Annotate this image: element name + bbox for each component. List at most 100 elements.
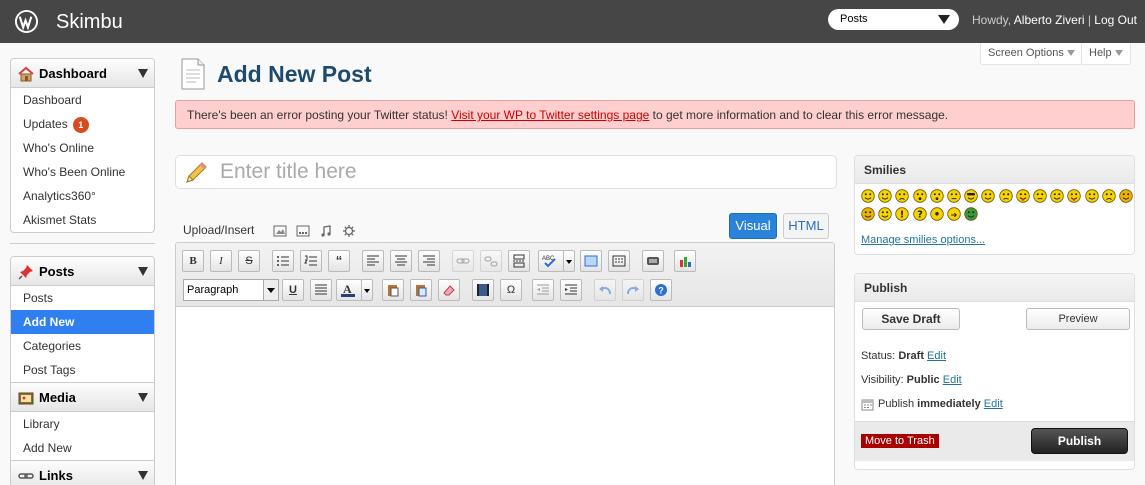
exclaim-smiley-icon[interactable]: ! [895,207,910,221]
toggle-arrow-icon[interactable] [138,267,148,276]
cool-smiley-icon[interactable] [964,189,978,203]
spellcheck-button[interactable]: ABC [538,250,564,272]
arrow-smiley-icon[interactable]: ➜ [947,207,961,221]
wordpress-logo-icon[interactable] [14,9,39,34]
align-left-button[interactable] [362,250,384,272]
sidebar-item-add-new-post[interactable]: Add New [11,310,154,334]
align-right-button[interactable] [418,250,440,272]
sad-smiley-icon[interactable] [895,189,910,203]
undo-button[interactable] [594,279,616,301]
italic-button[interactable]: I [210,250,232,272]
sidebar-item-updates[interactable]: Updates 1 [11,112,154,136]
preview-button[interactable]: Preview [1026,308,1130,330]
cry-smiley-icon[interactable] [1102,189,1116,203]
evil-smiley-icon[interactable] [1119,189,1133,203]
editor-content-area[interactable] [176,308,834,485]
surprised-smiley-icon[interactable] [912,189,927,203]
bold-button[interactable]: B [182,250,204,272]
edit-status-link[interactable]: Edit [927,350,946,362]
logout-link[interactable]: Log Out [1094,13,1137,27]
sidebar-item-posts[interactable]: Posts [11,286,154,310]
redo-button[interactable] [622,279,644,301]
edit-visibility-link[interactable]: Edit [943,374,962,386]
sidebar-item-post-tags[interactable]: Post Tags [11,358,154,382]
sidebar-item-add-new-media[interactable]: Add New [11,436,154,460]
add-media-icon[interactable] [342,224,356,238]
sidebar-head-media[interactable]: Media [11,383,154,412]
user-name-link[interactable]: Alberto Ziveri [1014,13,1085,27]
twisted-smiley-icon[interactable] [861,207,875,221]
grin-smiley-icon[interactable] [861,189,875,203]
add-image-icon[interactable] [273,224,287,238]
sidebar-item-whos-online[interactable]: Who's Online [11,136,154,160]
kitchen-sink-button[interactable] [608,250,630,272]
editor-help-button[interactable]: ? [650,279,672,301]
sidebar-item-categories[interactable]: Categories [11,334,154,358]
text-color-dropdown[interactable] [361,279,373,301]
move-to-trash-link[interactable]: Move to Trash [861,434,939,448]
smile-smiley-icon[interactable] [878,189,892,203]
spellcheck-dropdown[interactable] [563,250,575,272]
insert-media-button[interactable] [472,279,494,301]
post-title-input[interactable] [220,157,820,187]
question-smiley-icon[interactable]: ? [912,207,927,221]
add-audio-icon[interactable] [319,224,333,238]
insert-more-button[interactable] [508,250,530,272]
align-center-button[interactable] [390,250,412,272]
toggle-arrow-icon[interactable] [138,69,148,78]
laugh-smiley-icon[interactable] [981,189,996,203]
sidebar-head-links[interactable]: Links [11,461,154,485]
site-name-link[interactable]: Skimbu [56,11,123,34]
special-char-button[interactable]: Ω [500,279,522,301]
fullscreen-button[interactable] [580,250,602,272]
tab-visual[interactable]: Visual [729,213,777,239]
indent-button[interactable] [560,279,582,301]
paste-text-button[interactable] [382,279,404,301]
remove-format-button[interactable] [438,279,460,301]
publish-button[interactable]: Publish [1031,428,1128,454]
bullet-list-button[interactable] [272,250,294,272]
neutral-smiley-icon[interactable] [1033,189,1047,203]
twitter-settings-link[interactable]: Visit your WP to Twitter settings page [451,108,649,122]
justify-button[interactable] [310,279,332,301]
strikethrough-button[interactable]: S [238,250,260,272]
toggle-arrow-icon[interactable] [138,393,148,402]
confused-smiley-icon[interactable] [947,189,961,203]
underline-button[interactable]: U [282,279,304,301]
outdent-button[interactable] [532,279,554,301]
add-video-icon[interactable] [296,224,310,238]
edit-publish-time-link[interactable]: Edit [984,398,1003,410]
numbered-list-button[interactable] [300,250,322,272]
eek-smiley-icon[interactable] [930,189,944,203]
sidebar-item-whos-been-online[interactable]: Who's Been Online [11,160,154,184]
blockquote-button[interactable]: “ [328,250,350,272]
insert-link-button[interactable] [452,250,474,272]
lol-smiley-icon[interactable] [1067,189,1082,203]
sidebar-item-dashboard[interactable]: Dashboard [11,88,154,112]
manage-smilies-link[interactable]: Manage smilies options... [861,234,985,246]
paste-word-button[interactable] [410,279,432,301]
text-color-button[interactable]: A [336,279,362,301]
tab-html[interactable]: HTML [783,213,829,239]
insert-chart-button[interactable] [674,250,696,272]
sidebar-head-posts[interactable]: Posts [11,257,154,286]
distraction-free-button[interactable] [642,250,664,272]
sidebar-head-dashboard[interactable]: Dashboard [11,59,154,88]
help-button[interactable]: Help [1081,43,1131,65]
unlink-button[interactable] [480,250,502,272]
redface-smiley-icon[interactable] [1084,189,1099,203]
razz-smiley-icon[interactable] [1016,189,1030,203]
save-draft-button[interactable]: Save Draft [862,308,960,330]
idea-smiley-icon[interactable]: • [930,207,944,221]
toggle-arrow-icon[interactable] [138,471,148,480]
wink-smiley-icon[interactable] [1050,189,1064,203]
format-select[interactable]: Paragraph [183,279,279,301]
screen-options-button[interactable]: Screen Options [980,43,1083,65]
mad-smiley-icon[interactable] [998,189,1013,203]
sidebar-item-akismet-stats[interactable]: Akismet Stats [11,208,154,232]
sidebar-item-library[interactable]: Library [11,412,154,436]
mrgreen-smiley-icon[interactable] [964,207,978,221]
favorite-actions-select[interactable]: Posts [828,9,959,30]
sidebar-item-analytics360[interactable]: Analytics360° [11,184,154,208]
roll-smiley-icon[interactable] [878,207,892,221]
